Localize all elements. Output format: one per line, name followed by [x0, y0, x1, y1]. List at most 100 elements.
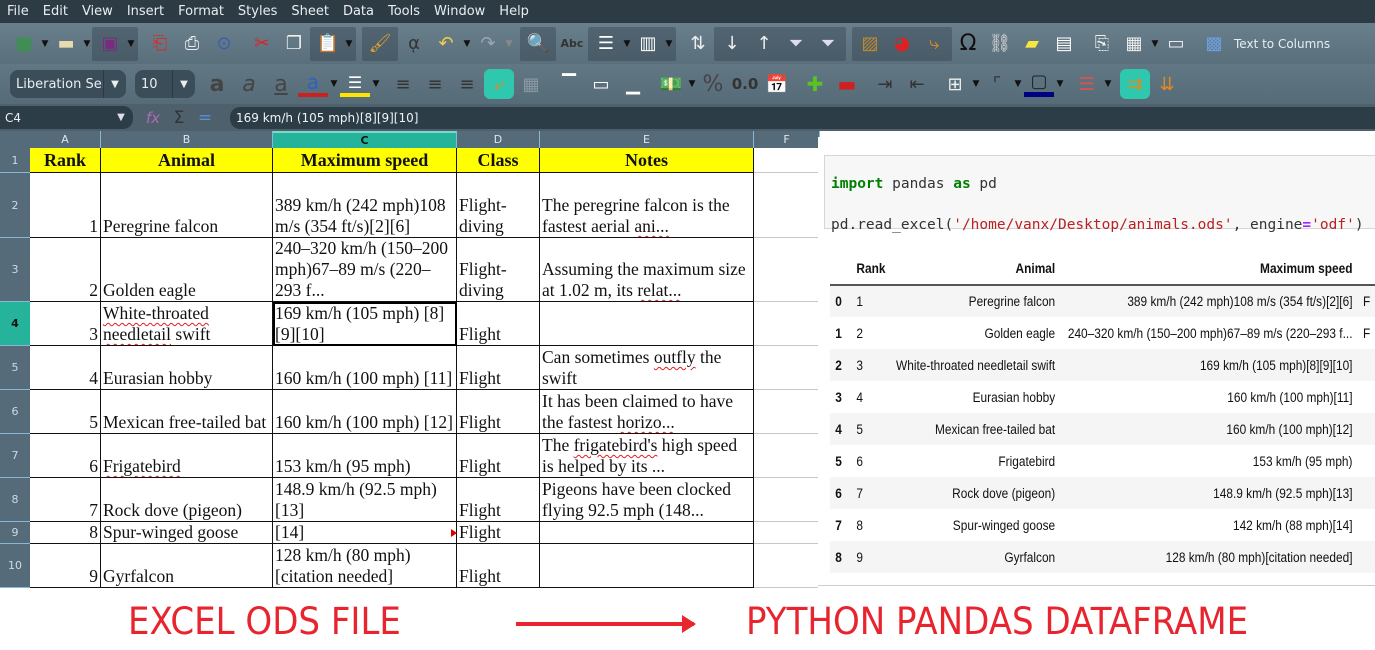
cell-rank[interactable]: 5: [30, 390, 101, 434]
delete-decimal-icon[interactable]: ▬: [832, 69, 862, 99]
italic-icon[interactable]: a: [234, 69, 264, 99]
sum-icon[interactable]: Σ: [167, 103, 191, 133]
open-folder-icon[interactable]: ▬: [51, 29, 81, 59]
cell-animal[interactable]: Gyrfalcon: [101, 544, 273, 588]
chevron-down-icon[interactable]: ▼: [173, 79, 195, 90]
menu-view[interactable]: View: [75, 4, 120, 19]
cell-rank[interactable]: 1: [30, 173, 101, 238]
empty-cell-f[interactable]: [754, 346, 820, 390]
cell-speed-selected[interactable]: 169 km/h (105 mph) [8][9][10]: [273, 302, 457, 346]
menu-styles[interactable]: Styles: [231, 4, 284, 19]
cell-notes[interactable]: Can sometimes outfly the swift: [540, 346, 754, 390]
decrease-indent-icon[interactable]: ⇤: [902, 69, 932, 99]
save-icon[interactable]: ▣: [95, 29, 125, 59]
save-dropdown[interactable]: ▼: [126, 39, 136, 49]
font-name-value[interactable]: Liberation Ser: [10, 70, 104, 98]
new-dropdown[interactable]: ▼: [40, 39, 50, 49]
currency-dropdown[interactable]: ▼: [687, 79, 697, 89]
clone-formatting-icon[interactable]: 🖌: [365, 29, 395, 59]
sort-descending-icon[interactable]: ↑: [749, 29, 779, 59]
row-header-6[interactable]: 6: [0, 390, 30, 434]
row-header-4[interactable]: 4: [0, 302, 30, 346]
select-all-corner[interactable]: [0, 131, 30, 148]
row-header-1[interactable]: 1: [0, 148, 30, 173]
freeze-rows-columns-icon[interactable]: ▦: [1119, 29, 1149, 59]
chevron-down-icon[interactable]: ▼: [104, 79, 126, 90]
borders-dropdown[interactable]: ▼: [971, 79, 981, 89]
column-dropdown[interactable]: ▼: [664, 39, 674, 49]
cell-notes[interactable]: [540, 544, 754, 588]
border-style-icon[interactable]: ⌜: [982, 69, 1012, 99]
find-replace-icon[interactable]: 🔍: [523, 29, 553, 59]
row-header-5[interactable]: 5: [0, 346, 30, 390]
freeze-dropdown[interactable]: ▼: [1150, 39, 1160, 49]
hyperlink-icon[interactable]: ⛓: [985, 29, 1015, 59]
empty-cell-f[interactable]: [754, 522, 820, 544]
cell-rank[interactable]: 4: [30, 346, 101, 390]
menu-sheet[interactable]: Sheet: [284, 4, 336, 19]
empty-cell-f[interactable]: [754, 302, 820, 346]
split-window-icon[interactable]: ▭: [1161, 29, 1191, 59]
align-right-icon[interactable]: ≡: [452, 69, 482, 99]
cell-class[interactable]: Flight: [457, 346, 540, 390]
undo-dropdown[interactable]: ▼: [462, 39, 472, 49]
cell-animal[interactable]: Mexican free-tailed bat: [101, 390, 273, 434]
empty-cell-f[interactable]: [754, 390, 820, 434]
row-dropdown[interactable]: ▼: [622, 39, 632, 49]
cell-speed[interactable]: 160 km/h (100 mph) [11]: [273, 346, 457, 390]
chevron-down-icon[interactable]: ▼: [109, 112, 133, 123]
insert-row-icon[interactable]: ☰: [591, 29, 621, 59]
menu-format[interactable]: Format: [171, 4, 231, 19]
number-format-icon[interactable]: 0.0: [730, 69, 760, 99]
cell-speed[interactable]: 128 km/h (80 mph) [citation needed]: [273, 544, 457, 588]
cell-rank[interactable]: 8: [30, 522, 101, 544]
wrap-text-icon[interactable]: ⤶: [484, 69, 514, 99]
percent-format-icon[interactable]: %: [698, 69, 728, 99]
cell-notes[interactable]: The peregrine falcon is the fastest aeri…: [540, 173, 754, 238]
menu-tools[interactable]: Tools: [381, 4, 427, 19]
clear-formatting-icon[interactable]: ᾳ: [399, 29, 429, 59]
header-cell-class[interactable]: Class: [457, 148, 540, 173]
header-cell-rank[interactable]: Rank: [30, 148, 101, 173]
align-center-icon[interactable]: ≡: [420, 69, 450, 99]
menu-file[interactable]: File: [0, 4, 36, 19]
open-dropdown[interactable]: ▼: [82, 39, 92, 49]
insert-image-icon[interactable]: ▨: [855, 29, 885, 59]
cell-speed[interactable]: 160 km/h (100 mph) [12]: [273, 390, 457, 434]
empty-cell-f[interactable]: [754, 544, 820, 588]
row-header-3[interactable]: 3: [0, 238, 30, 302]
cell-animal[interactable]: Eurasian hobby: [101, 346, 273, 390]
cell-animal[interactable]: Peregrine falcon: [101, 173, 273, 238]
text-to-columns-button[interactable]: Text to Columns: [1234, 37, 1330, 51]
cell-animal[interactable]: Golden eagle: [101, 238, 273, 302]
special-character-icon[interactable]: Ω: [953, 29, 983, 59]
formula-input[interactable]: 169 km/h (105 mph)[8][9][10]: [230, 106, 1375, 129]
formula-icon[interactable]: =: [193, 103, 217, 133]
highlight-color-icon[interactable]: ☰: [340, 71, 370, 97]
conditional-dropdown[interactable]: ▼: [1103, 79, 1113, 89]
borders-icon[interactable]: ⊞: [940, 69, 970, 99]
cell-speed[interactable]: [14]: [273, 522, 457, 544]
menu-insert[interactable]: Insert: [120, 4, 171, 19]
menu-data[interactable]: Data: [336, 4, 381, 19]
insert-chart-icon[interactable]: ◕: [887, 29, 917, 59]
font-size-value[interactable]: 10: [135, 70, 173, 98]
cell-notes[interactable]: Assuming the maximum size at 1.02 m, its…: [540, 238, 754, 302]
print-icon[interactable]: ⎙: [177, 29, 207, 59]
cell-class[interactable]: Flight: [457, 302, 540, 346]
conditional-format-icon[interactable]: ☰: [1072, 69, 1102, 99]
row-header-8[interactable]: 8: [0, 478, 30, 522]
font-color-dropdown[interactable]: ▼: [329, 79, 339, 89]
define-print-area-icon[interactable]: ⎘: [1087, 29, 1117, 59]
autofilter-icon[interactable]: ⏷: [781, 29, 811, 59]
insert-column-icon[interactable]: ▥: [633, 29, 663, 59]
align-middle-icon[interactable]: ▭: [586, 69, 616, 99]
text-direction-ttb-icon[interactable]: ⇊: [1152, 69, 1182, 99]
new-spreadsheet-icon[interactable]: ▦: [9, 29, 39, 59]
column-header-a[interactable]: A: [30, 131, 101, 148]
cell-notes[interactable]: Pigeons have been clocked flying 92.5 mp…: [540, 478, 754, 522]
cell-rank[interactable]: 2: [30, 238, 101, 302]
cell-speed[interactable]: 240–320 km/h (150–200 mph)67–89 m/s (220…: [273, 238, 457, 302]
header-cell-maximum-speed[interactable]: Maximum speed: [273, 148, 457, 173]
font-name-box[interactable]: Liberation Ser ▼: [10, 70, 126, 98]
